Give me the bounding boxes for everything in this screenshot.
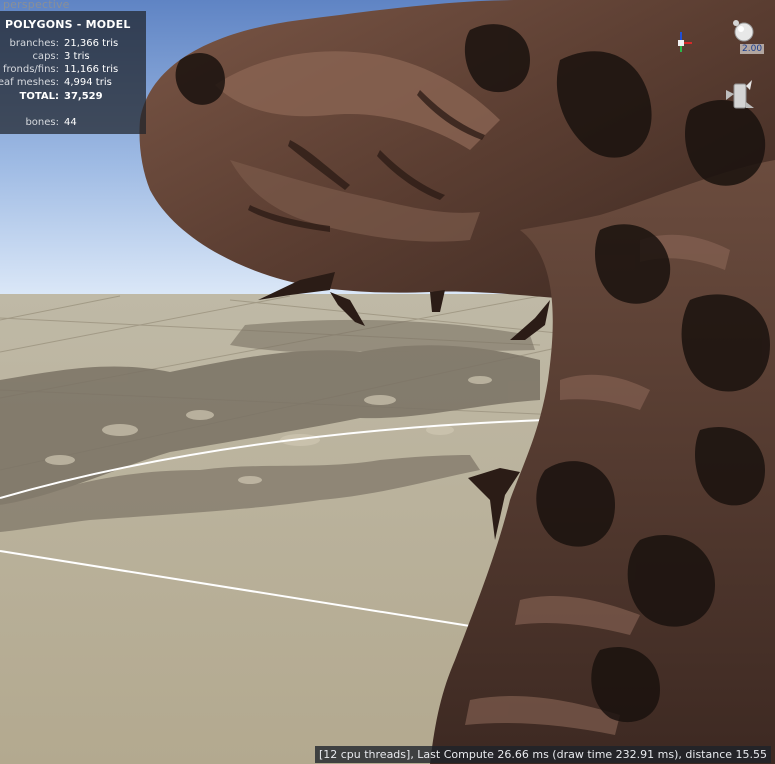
view-mode-label: perspective: [3, 0, 70, 11]
stat-value: 3 tris: [64, 51, 90, 62]
light-sphere-icon[interactable]: [733, 20, 754, 42]
stat-value: 4,994 tris: [64, 77, 112, 88]
stat-label: TOTAL:: [19, 91, 59, 102]
stat-row-fronds: fronds/fins: 11,166 tris: [0, 64, 146, 77]
stat-value: 37,529: [64, 91, 103, 102]
3d-viewport[interactable]: perspective POLYGONS - MODEL branches: 2…: [0, 0, 775, 764]
stat-value: 21,366 tris: [64, 38, 119, 49]
polygon-stats-panel: POLYGONS - MODEL branches: 21,366 tris c…: [0, 11, 146, 134]
stat-row-branches: branches: 21,366 tris: [0, 38, 146, 51]
stat-row-bones: bones: 44: [0, 117, 146, 130]
stat-label: fronds/fins:: [2, 64, 59, 75]
gizmo-value-label: 2.00: [740, 44, 765, 54]
stat-label: caps:: [32, 51, 59, 62]
status-bar: [12 cpu threads], Last Compute 26.66 ms …: [314, 746, 771, 763]
stat-value: 11,166 tris: [64, 64, 119, 75]
stat-row-caps: caps: 3 tris: [0, 51, 146, 64]
viewport-gizmo[interactable]: [666, 10, 766, 120]
stat-label: leaf meshes:: [0, 77, 59, 88]
stat-value: 44: [64, 117, 77, 128]
stats-title: POLYGONS - MODEL: [5, 18, 131, 31]
stat-row-leaf-meshes: leaf meshes: 4,994 tris: [0, 77, 146, 90]
wind-fan-icon[interactable]: [726, 80, 754, 109]
stat-label: bones:: [25, 117, 59, 128]
stat-label: branches:: [9, 38, 60, 49]
stat-row-total: TOTAL: 37,529: [0, 91, 146, 104]
axis-triad-icon[interactable]: [678, 32, 692, 52]
